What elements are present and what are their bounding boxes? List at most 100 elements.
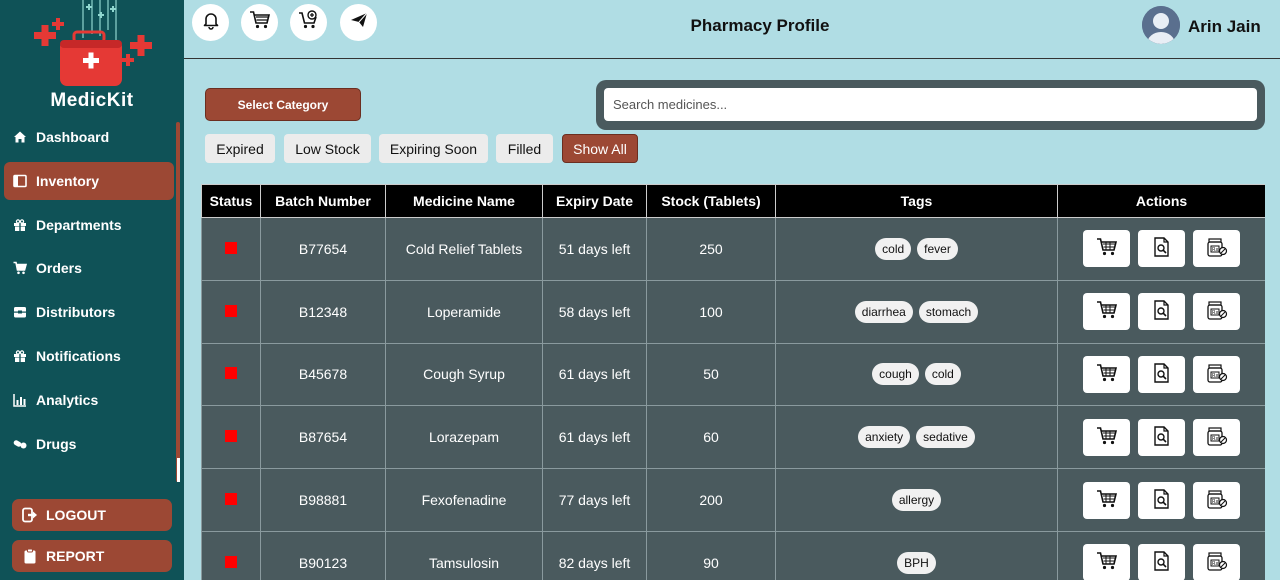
- table-row[interactable]: B45678 Cough Syrup 61 days left 50 cough cold…: [201, 342, 1265, 407]
- tags-cell: cold fever: [775, 217, 1058, 281]
- prescription-button[interactable]: Rx: [1193, 544, 1240, 580]
- sidebar-item-inventory[interactable]: Inventory: [4, 161, 174, 200]
- svg-text:Rx: Rx: [1212, 310, 1218, 316]
- view-details-button[interactable]: [1138, 293, 1185, 331]
- sidebar-item-orders[interactable]: Orders: [4, 249, 174, 287]
- order-button[interactable]: [1083, 230, 1130, 268]
- report-label: REPORT: [46, 548, 105, 564]
- prescription-button[interactable]: Rx: [1193, 230, 1240, 268]
- prescription-button[interactable]: Rx: [1193, 355, 1240, 393]
- table-row[interactable]: B12348 Loperamide 58 days left 100 diarrhea s…: [201, 279, 1265, 344]
- stock-cell: 250: [646, 217, 776, 281]
- select-category-button[interactable]: Select Category: [205, 88, 361, 121]
- view-details-button[interactable]: [1138, 230, 1185, 268]
- tag-chip[interactable]: anxiety: [858, 426, 911, 449]
- document-search-icon: [1153, 300, 1171, 323]
- pills-icon: [13, 437, 27, 451]
- document-search-icon: [1153, 363, 1171, 386]
- tag-chip[interactable]: cold: [924, 363, 961, 386]
- table-row[interactable]: B98881 Fexofenadine 77 days left 200 allergy…: [201, 468, 1265, 532]
- table-row[interactable]: B90123 Tamsulosin 82 days left 90 BPH Rx: [201, 530, 1265, 580]
- tag-chip[interactable]: stomach: [918, 300, 979, 323]
- order-button[interactable]: [1083, 418, 1130, 456]
- prescription-button[interactable]: Rx: [1193, 293, 1240, 331]
- batch-number-cell: B90123: [260, 530, 386, 580]
- actions-cell: Rx: [1057, 405, 1265, 470]
- actions-cell: Rx: [1057, 530, 1265, 580]
- sidebar-item-drugs[interactable]: Drugs: [4, 425, 174, 463]
- document-search-icon: [1153, 237, 1171, 260]
- prescription-icon: Rx: [1206, 237, 1228, 260]
- actions-cell: Rx: [1057, 342, 1265, 407]
- tag-chip[interactable]: cold: [875, 237, 912, 260]
- tag-chip[interactable]: allergy: [891, 489, 942, 512]
- table-row[interactable]: B87654 Lorazepam 61 days left 60 anxiety seda…: [201, 405, 1265, 470]
- sidebar-item-dashboard[interactable]: Dashboard: [4, 118, 174, 156]
- sidebar-item-departments[interactable]: Departments: [4, 206, 174, 244]
- view-details-button[interactable]: [1138, 544, 1185, 580]
- filter-filled[interactable]: Filled: [496, 134, 553, 163]
- sidebar-item-distributors[interactable]: Distributors: [4, 293, 174, 331]
- sidebar-item-analytics[interactable]: Analytics: [4, 381, 174, 419]
- search-input[interactable]: [604, 88, 1257, 121]
- sidebar-item-notifications[interactable]: Notifications: [4, 337, 174, 375]
- status-cell: [201, 217, 261, 281]
- view-details-button[interactable]: [1138, 481, 1185, 519]
- clipboard-icon: [22, 548, 38, 564]
- view-details-button[interactable]: [1138, 355, 1185, 393]
- sidebar-item-label: Orders: [36, 260, 82, 277]
- filter-low-stock[interactable]: Low Stock: [284, 134, 371, 163]
- tag-chip[interactable]: diarrhea: [854, 300, 913, 323]
- prescription-button[interactable]: Rx: [1193, 418, 1240, 456]
- column-header-medicine[interactable]: Medicine Name: [385, 184, 543, 218]
- order-button[interactable]: [1083, 293, 1130, 331]
- inventory-table-container: Status Batch Number Medicine Name Expiry…: [201, 184, 1265, 580]
- column-header-tags[interactable]: Tags: [775, 184, 1058, 218]
- avatar[interactable]: [1142, 6, 1180, 44]
- filter-expiring-soon[interactable]: Expiring Soon: [379, 134, 488, 163]
- inventory-table: Status Batch Number Medicine Name Expiry…: [201, 184, 1265, 580]
- stock-cell: 60: [646, 405, 776, 470]
- sidebar-item-label: Notifications: [36, 347, 121, 364]
- tag-chip[interactable]: sedative: [916, 426, 975, 449]
- column-header-status[interactable]: Status: [201, 184, 261, 218]
- batch-number-cell: B87654: [260, 405, 386, 470]
- inventory-icon: [13, 174, 27, 188]
- order-button[interactable]: [1083, 544, 1130, 580]
- medicine-name-cell: Cough Syrup: [385, 342, 543, 407]
- status-indicator: [225, 304, 237, 317]
- tag-chip[interactable]: fever: [917, 237, 958, 260]
- sidebar-item-label: Dashboard: [36, 129, 110, 145]
- report-button[interactable]: REPORT: [12, 540, 172, 572]
- expiry-date-cell: 77 days left: [542, 468, 647, 532]
- tag-chip[interactable]: BPH: [897, 551, 936, 574]
- cart-icon: [13, 261, 27, 275]
- order-button[interactable]: [1083, 355, 1130, 393]
- prescription-icon: Rx: [1206, 363, 1228, 386]
- sidebar-item-label: Analytics: [36, 391, 99, 408]
- table-row[interactable]: B77654 Cold Relief Tablets 51 days left 250…: [201, 217, 1265, 281]
- column-header-stock[interactable]: Stock (Tablets): [646, 184, 776, 218]
- order-button[interactable]: [1083, 481, 1130, 519]
- column-header-batch[interactable]: Batch Number: [260, 184, 386, 218]
- svg-text:Rx: Rx: [1212, 373, 1218, 379]
- cart-icon: [1096, 489, 1118, 512]
- logout-button[interactable]: LOGOUT: [12, 499, 172, 531]
- column-header-expiry[interactable]: Expiry Date: [542, 184, 647, 218]
- filter-show-all[interactable]: Show All: [562, 134, 638, 163]
- status-cell: [201, 468, 261, 532]
- table-header-row: Status Batch Number Medicine Name Expiry…: [201, 184, 1265, 218]
- document-search-icon: [1153, 426, 1171, 449]
- prescription-button[interactable]: Rx: [1193, 481, 1240, 519]
- prescription-icon: Rx: [1206, 426, 1228, 449]
- svg-text:Rx: Rx: [1212, 247, 1218, 253]
- sidebar-scrollbar[interactable]: [176, 122, 180, 482]
- expiry-date-cell: 51 days left: [542, 217, 647, 281]
- tags-cell: cough cold: [775, 342, 1058, 407]
- sidebar-scroll-thumb[interactable]: [177, 458, 180, 482]
- status-cell: [201, 279, 261, 344]
- view-details-button[interactable]: [1138, 418, 1185, 456]
- filter-expired[interactable]: Expired: [205, 134, 275, 163]
- tag-chip[interactable]: cough: [872, 363, 919, 386]
- search-container: [596, 80, 1265, 130]
